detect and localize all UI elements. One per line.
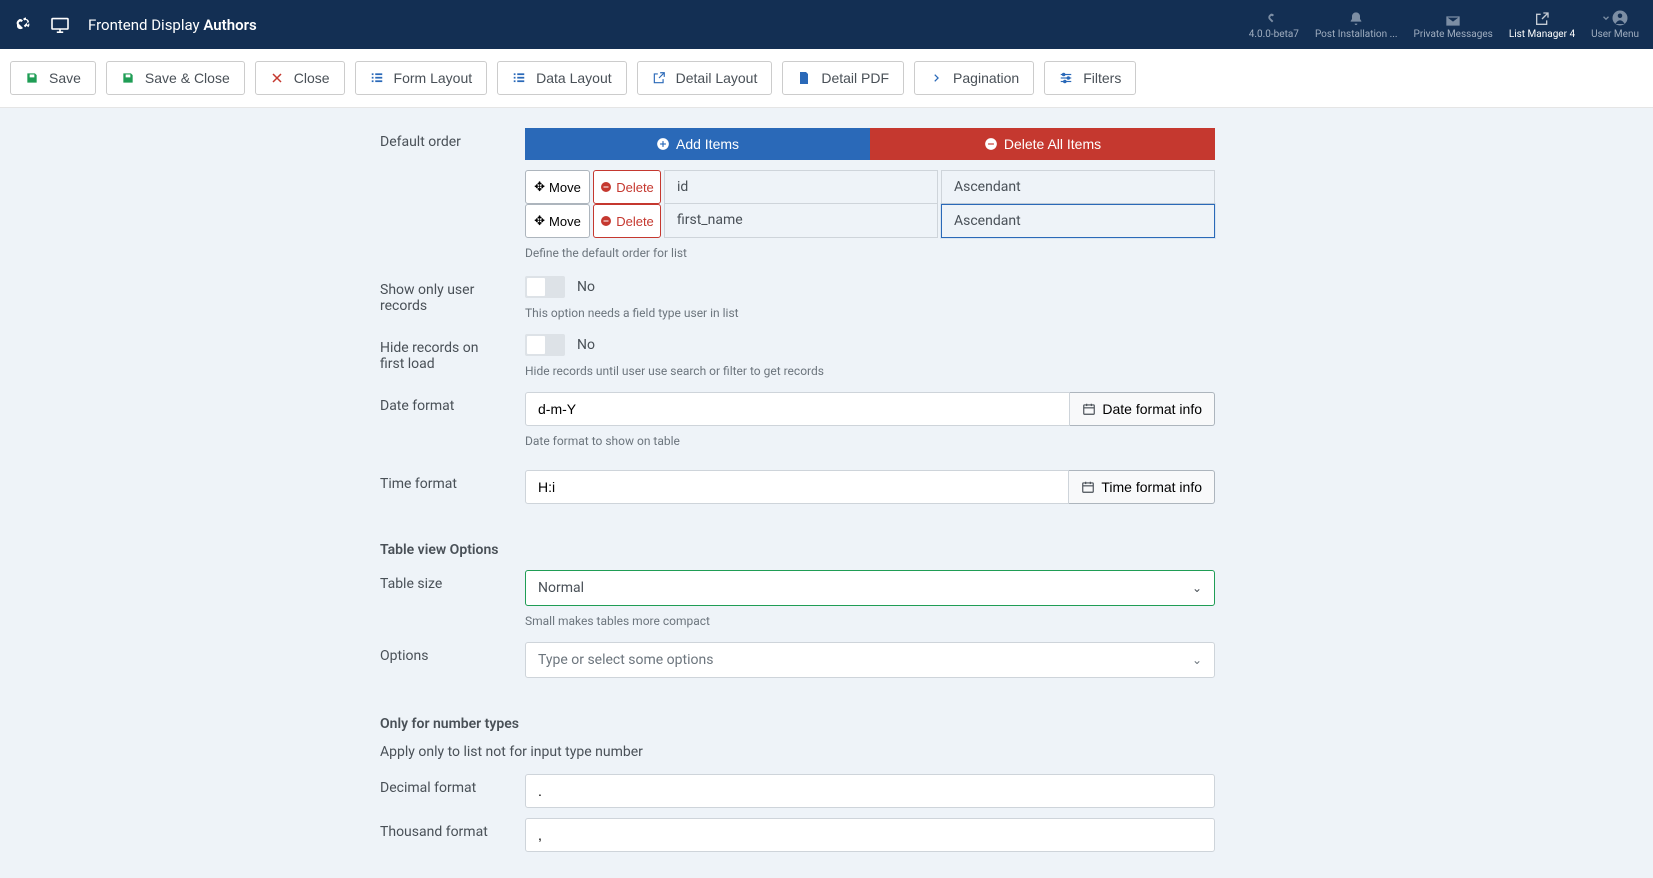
joomla-logo-icon[interactable] xyxy=(14,16,32,34)
order-direction-select[interactable]: Ascendant xyxy=(941,204,1215,238)
delete-all-button[interactable]: Delete All Items xyxy=(870,128,1215,160)
decimal-format-label: Decimal format xyxy=(0,774,525,808)
external-icon xyxy=(652,71,666,85)
close-button[interactable]: Close xyxy=(255,61,345,95)
time-format-info-button[interactable]: Time format info xyxy=(1069,470,1215,504)
data-layout-button[interactable]: Data Layout xyxy=(497,61,627,95)
time-format-input[interactable] xyxy=(525,470,1069,504)
toggle-value: No xyxy=(577,279,595,295)
order-field-select[interactable]: first_name xyxy=(664,204,938,238)
calendar-icon xyxy=(1081,480,1095,494)
save-icon xyxy=(121,71,135,85)
pagination-button[interactable]: Pagination xyxy=(914,61,1034,95)
list-manager-link[interactable]: List Manager 4 xyxy=(1509,11,1575,40)
save-close-button[interactable]: Save & Close xyxy=(106,61,245,95)
decimal-format-input[interactable] xyxy=(525,774,1215,808)
move-icon: ✥ xyxy=(534,213,545,229)
list-icon xyxy=(370,71,384,85)
page-title: Frontend Display Authors xyxy=(88,16,257,34)
date-format-input[interactable] xyxy=(525,392,1070,426)
help-text: Define the default order for list xyxy=(525,246,1215,260)
move-button[interactable]: ✥Move xyxy=(525,170,590,204)
help-text: This option needs a field type user in l… xyxy=(525,306,1215,320)
date-format-info-button[interactable]: Date format info xyxy=(1070,392,1215,426)
list-icon xyxy=(512,71,526,85)
move-button[interactable]: ✥Move xyxy=(525,204,590,238)
version-indicator[interactable]: 4.0.0-beta7 xyxy=(1249,11,1299,40)
add-items-button[interactable]: Add Items xyxy=(525,128,870,160)
sliders-icon xyxy=(1059,71,1073,85)
help-text: Date format to show on table xyxy=(525,434,1215,448)
user-menu[interactable]: User Menu xyxy=(1591,9,1639,40)
table-view-heading: Table view Options xyxy=(380,542,1280,558)
display-icon[interactable] xyxy=(50,17,70,33)
hide-first-load-toggle[interactable] xyxy=(525,334,565,356)
order-row: ✥Move Delete id Ascendant xyxy=(525,170,1215,204)
toggle-value: No xyxy=(577,337,595,353)
help-text: Small makes tables more compact xyxy=(525,614,1215,628)
help-text: Hide records until user use search or fi… xyxy=(525,364,1215,378)
form-layout-button[interactable]: Form Layout xyxy=(355,61,488,95)
detail-pdf-button[interactable]: Detail PDF xyxy=(782,61,904,95)
number-types-heading: Only for number types xyxy=(380,716,1280,732)
default-order-label: Default order xyxy=(0,128,525,260)
chevron-down-icon: ⌄ xyxy=(1192,581,1202,595)
show-only-user-toggle[interactable] xyxy=(525,276,565,298)
post-install-link[interactable]: Post Installation ... xyxy=(1315,11,1398,40)
private-messages-link[interactable]: Private Messages xyxy=(1414,15,1493,40)
options-select[interactable]: Type or select some options ⌄ xyxy=(525,642,1215,678)
order-direction-select[interactable]: Ascendant xyxy=(941,170,1215,204)
save-icon xyxy=(25,71,39,85)
table-size-label: Table size xyxy=(0,570,525,628)
thousand-format-label: Thousand format xyxy=(0,818,525,852)
move-icon: ✥ xyxy=(534,179,545,195)
detail-layout-button[interactable]: Detail Layout xyxy=(637,61,773,95)
toolbar: Save Save & Close Close Form Layout Data… xyxy=(0,49,1653,108)
show-only-user-label: Show only user records xyxy=(0,276,525,320)
save-button[interactable]: Save xyxy=(10,61,96,95)
delete-button[interactable]: Delete xyxy=(593,170,661,204)
order-field-select[interactable]: id xyxy=(664,170,938,204)
close-icon xyxy=(270,71,284,85)
calendar-icon xyxy=(1082,402,1096,416)
hide-first-load-label: Hide records on first load xyxy=(0,334,525,378)
file-icon xyxy=(797,71,811,85)
number-types-sub: Apply only to list not for input type nu… xyxy=(380,744,1280,760)
top-bar: Frontend Display Authors 4.0.0-beta7 Pos… xyxy=(0,0,1653,49)
chevron-down-icon: ⌄ xyxy=(1192,653,1202,667)
time-format-label: Time format xyxy=(0,470,525,504)
date-format-label: Date format xyxy=(0,392,525,448)
thousand-format-input[interactable] xyxy=(525,818,1215,852)
delete-button[interactable]: Delete xyxy=(593,204,661,238)
filters-button[interactable]: Filters xyxy=(1044,61,1136,95)
table-size-select[interactable]: Normal ⌄ xyxy=(525,570,1215,606)
options-label: Options xyxy=(0,642,525,678)
order-row: ✥Move Delete first_name Ascendant xyxy=(525,204,1215,238)
chevron-right-icon xyxy=(929,71,943,85)
